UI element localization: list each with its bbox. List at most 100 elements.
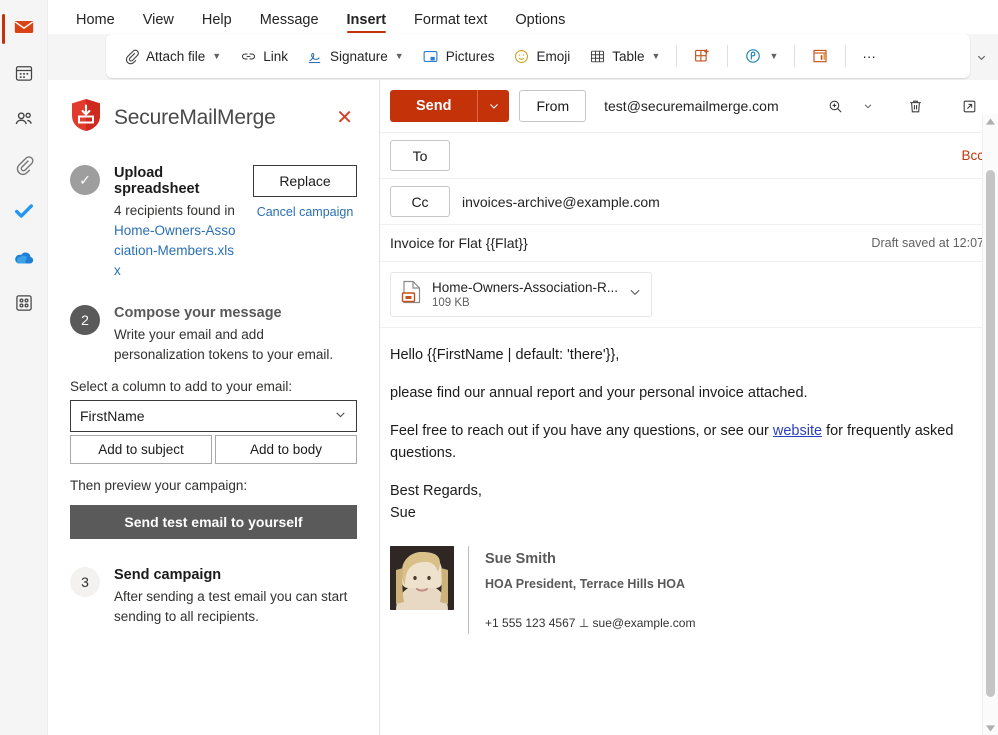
tab-insert[interactable]: Insert: [333, 13, 401, 35]
replace-file-button[interactable]: Replace: [253, 165, 357, 197]
signature-pen-icon: [306, 47, 324, 65]
add-to-body-button[interactable]: Add to body: [215, 435, 357, 464]
link-label: Link: [263, 49, 288, 64]
emoji-button[interactable]: Emoji: [504, 40, 578, 72]
add-app-icon: [693, 47, 711, 65]
preview-campaign-label: Then preview your campaign:: [70, 478, 357, 493]
step-1-bullet: ✓: [70, 165, 100, 195]
send-test-email-button[interactable]: Send test email to yourself: [70, 505, 357, 539]
signature-label: Signature: [330, 49, 388, 64]
calendar-icon: [14, 63, 34, 88]
rail-item-mail[interactable]: [0, 6, 48, 52]
ribbon-command-bar: Attach file ▼ Link: [106, 34, 970, 78]
send-button[interactable]: Send: [390, 90, 477, 122]
mail-icon: [13, 16, 35, 43]
website-link[interactable]: website: [773, 423, 822, 439]
scroll-up-arrow[interactable]: [983, 114, 998, 128]
link-icon: [239, 47, 257, 65]
chevron-down-icon: ▼: [212, 51, 221, 61]
email-body[interactable]: Hello {{FirstName | default: 'there'}}, …: [380, 328, 998, 735]
app-rail: [0, 0, 48, 735]
column-select[interactable]: FirstName: [70, 400, 357, 432]
body-closing-name: Sue: [390, 502, 972, 524]
chevron-down-icon: ▼: [769, 51, 778, 61]
send-options-caret[interactable]: [477, 90, 509, 122]
signature-name: Sue Smith: [485, 548, 695, 570]
rail-item-people[interactable]: [0, 98, 48, 144]
cloud-icon: [12, 245, 36, 274]
attach-file-button[interactable]: Attach file ▼: [114, 40, 229, 72]
cc-input[interactable]: invoices-archive@example.com: [462, 194, 984, 210]
scrollbar-thumb[interactable]: [986, 170, 995, 697]
rail-item-onedrive[interactable]: [0, 236, 48, 282]
bcc-link[interactable]: Bcc: [961, 148, 984, 163]
table-button[interactable]: Table ▼: [580, 40, 668, 72]
send-split-button: Send: [390, 90, 509, 122]
chevron-down-icon: ▼: [652, 51, 661, 61]
zoom-in-icon[interactable]: [820, 91, 850, 121]
compose-pane: Send From test@securemailmerge.com: [380, 80, 998, 735]
scroll-down-arrow[interactable]: [983, 721, 998, 735]
from-button[interactable]: From: [519, 90, 586, 122]
attachment-row: Home-Owners-Association-R... 109 KB: [380, 262, 998, 328]
tab-format-text[interactable]: Format text: [400, 13, 501, 35]
signature-divider: [468, 546, 469, 634]
subject-row: Invoice for Flat {{Flat}} Draft saved at…: [380, 225, 998, 262]
pictures-button[interactable]: Pictures: [414, 40, 503, 72]
zoom-options-caret[interactable]: [860, 91, 876, 121]
rail-item-files[interactable]: [0, 144, 48, 190]
poll-button[interactable]: [803, 40, 837, 72]
cc-button[interactable]: Cc: [390, 186, 450, 217]
to-button[interactable]: To: [390, 140, 450, 171]
avatar: [390, 546, 454, 610]
emoji-label: Emoji: [536, 49, 570, 64]
chevron-down-icon: [334, 408, 347, 424]
link-button[interactable]: Link: [231, 40, 296, 72]
uploaded-file-link[interactable]: Home-Owners-Association-Members.xlsx: [114, 221, 239, 281]
ribbon-overflow-button[interactable]: ···: [854, 40, 884, 72]
paperclip-icon: [13, 154, 35, 181]
chevron-down-icon[interactable]: [628, 285, 642, 304]
tab-help[interactable]: Help: [188, 13, 246, 35]
column-select-label: Select a column to add to your email:: [70, 379, 357, 394]
draft-status: Draft saved at 12:07: [871, 236, 984, 250]
body-closing: Best Regards,: [390, 480, 972, 502]
tab-home[interactable]: Home: [62, 13, 129, 35]
signature-button[interactable]: Signature ▼: [298, 40, 412, 72]
ribbon-divider: [794, 45, 795, 67]
chevron-down-icon: ▼: [395, 51, 404, 61]
pictures-label: Pictures: [446, 49, 495, 64]
rail-item-todo[interactable]: [0, 190, 48, 236]
tab-options[interactable]: Options: [501, 13, 579, 35]
people-icon: [13, 108, 35, 135]
trash-icon[interactable]: [900, 91, 930, 121]
tab-message[interactable]: Message: [246, 13, 333, 35]
rail-item-apps[interactable]: [0, 282, 48, 328]
close-icon[interactable]: ✕: [332, 106, 357, 130]
step-compose-message: 2 Compose your message Write your email …: [70, 305, 357, 365]
step-3-title: Send campaign: [114, 567, 357, 583]
from-address[interactable]: test@securemailmerge.com: [596, 98, 810, 114]
ribbon-collapse-button[interactable]: [972, 48, 990, 66]
emoji-icon: [512, 47, 530, 65]
document-file-icon: [401, 280, 423, 309]
paperclip-icon: [122, 47, 140, 65]
apps-grid-icon: [14, 293, 34, 318]
subject-input[interactable]: Invoice for Flat {{Flat}}: [390, 235, 871, 251]
rail-item-calendar[interactable]: [0, 52, 48, 98]
vertical-scrollbar[interactable]: [982, 114, 998, 735]
tab-view[interactable]: View: [129, 13, 188, 35]
add-to-subject-button[interactable]: Add to subject: [70, 435, 212, 464]
step-1-subtitle: 4 recipients found in: [114, 201, 239, 221]
add-app-button[interactable]: [685, 40, 719, 72]
popout-icon[interactable]: [954, 91, 984, 121]
shield-inbox-icon: [70, 98, 102, 137]
step-2-title: Compose your message: [114, 305, 357, 321]
ribbon-divider: [727, 45, 728, 67]
loop-components-icon: [744, 47, 762, 65]
cancel-campaign-link[interactable]: Cancel campaign: [253, 205, 357, 219]
ribbon-divider: [845, 45, 846, 67]
attachment-chip[interactable]: Home-Owners-Association-R... 109 KB: [390, 272, 652, 317]
loop-components-button[interactable]: ▼: [736, 40, 786, 72]
panel-title: SecureMailMerge: [114, 106, 320, 130]
